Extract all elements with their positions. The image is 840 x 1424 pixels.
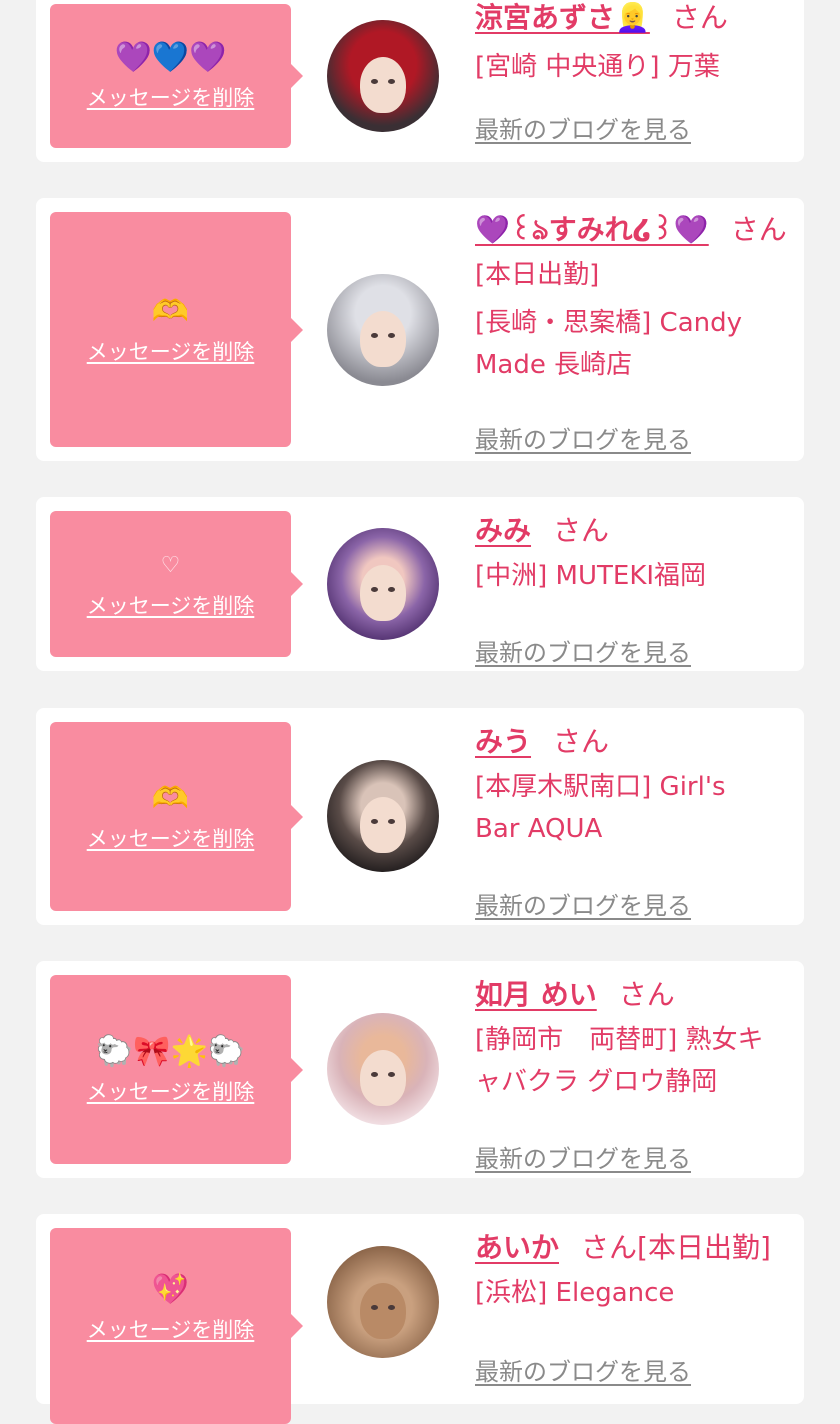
avatar[interactable] (327, 1246, 439, 1358)
name-line: 涼宮あずさ👱‍♀️ さん (475, 0, 790, 38)
profile-name-link[interactable]: みう (475, 725, 531, 758)
latest-blog-link[interactable]: 最新のブログを見る (475, 110, 691, 145)
honorific: さん (671, 1, 728, 34)
profile-name-link[interactable]: あいか (475, 1231, 559, 1264)
avatar[interactable] (327, 1013, 439, 1125)
avatar[interactable] (327, 20, 439, 132)
latest-blog-link[interactable]: 最新のブログを見る (475, 633, 691, 668)
honorific: さん (730, 213, 787, 246)
profile-info: 如月 めい さん [静岡市 両替町] 熟女キ ャバクラ グロウ静岡 最新のブログを… (475, 975, 790, 1173)
message-bubble: 🫶 メッセージを削除 (50, 722, 303, 911)
shop-line: [本厚木駅南口] Girl's (475, 772, 726, 802)
avatar[interactable] (327, 528, 439, 640)
latest-blog-link[interactable]: 最新のブログを見る (475, 886, 691, 921)
delete-message-link[interactable]: メッセージを削除 (87, 1076, 255, 1106)
honorific: さん (618, 978, 675, 1011)
profile-name-link[interactable]: 涼宮あずさ👱‍♀️ (475, 1, 650, 34)
delete-message-link[interactable]: メッセージを削除 (87, 336, 255, 366)
avatar-face-icon (360, 565, 406, 621)
favorite-card: ♡ メッセージを削除 みみ さん [中洲] MUTEKI福岡 最新のブログを見る (36, 497, 804, 671)
message-bubble: 🐑🎀🌟🐑 メッセージを削除 (50, 975, 303, 1164)
honorific: さん (581, 1231, 638, 1264)
avatar-face-icon (360, 1050, 406, 1106)
avatar-face-icon (360, 57, 406, 113)
delete-message-link[interactable]: メッセージを削除 (87, 1314, 255, 1344)
shop-line: [宮崎 中央通り] 万葉 (475, 52, 720, 82)
profile-info: みう さん [本厚木駅南口] Girl's Bar AQUA 最新のブログを見る (475, 722, 790, 920)
message-emoji: 🐑🎀🌟🐑 (95, 1033, 246, 1069)
message-emoji: 🫶 (151, 293, 190, 329)
delete-message-link[interactable]: メッセージを削除 (87, 82, 255, 112)
message-bubble: 💜💙💜 メッセージを削除 (50, 4, 303, 148)
shop-line: [浜松] Elegance (475, 1278, 675, 1308)
profile-info: みみ さん [中洲] MUTEKI福岡 最新のブログを見る (475, 511, 790, 667)
latest-blog-link[interactable]: 最新のブログを見る (475, 1352, 691, 1387)
shop-line: [静岡市 両替町] 熟女キ (475, 1025, 764, 1055)
avatar-face-icon (360, 1283, 406, 1339)
avatar[interactable] (327, 274, 439, 386)
delete-message-link[interactable]: メッセージを削除 (87, 823, 255, 853)
profile-name-link[interactable]: 💜꒰ঌすみれ໒꒱💜 (475, 213, 709, 246)
avatar-face-icon (360, 311, 406, 367)
latest-blog-link[interactable]: 最新のブログを見る (475, 1139, 691, 1174)
name-line: みう さん (475, 722, 790, 762)
message-heart-icon: ♡ (160, 553, 181, 578)
message-emoji: 💜💙💜 (114, 40, 227, 75)
status-line: [本日出勤] (475, 260, 600, 290)
message-bubble: ♡ メッセージを削除 (50, 511, 303, 657)
name-line: あいか さん[本日出勤] (475, 1228, 790, 1268)
favorites-list: 💜💙💜 メッセージを削除 涼宮あずさ👱‍♀️ さん [宮崎 中央通り] 万葉 最新… (0, 0, 840, 1424)
shop-line: [中洲] MUTEKI福岡 (475, 561, 707, 591)
status-suffix: [本日出勤] (637, 1231, 771, 1264)
profile-name-link[interactable]: みみ (475, 514, 531, 547)
name-line: 如月 めい さん (475, 975, 790, 1015)
profile-name-link[interactable]: 如月 めい (475, 978, 597, 1011)
message-bubble: 💖 メッセージを削除 (50, 1228, 303, 1424)
shop-line-continued: Bar AQUA (475, 814, 603, 844)
name-line: 💜꒰ঌすみれ໒꒱💜 さん (475, 210, 790, 250)
latest-blog-link[interactable]: 最新のブログを見る (475, 420, 691, 455)
profile-info: あいか さん[本日出勤] [浜松] Elegance 最新のブログを見る (475, 1228, 790, 1386)
profile-info: 💜꒰ঌすみれ໒꒱💜 さん [本日出勤] [長崎・思案橋] Candy Made 長… (475, 210, 790, 454)
avatar-face-icon (360, 797, 406, 853)
shop-line: [長崎・思案橋] Candy (475, 308, 743, 338)
honorific: さん (553, 725, 610, 758)
favorite-card: 💖 メッセージを削除 あいか さん[本日出勤] [浜松] Elegance 最新の… (36, 1214, 804, 1424)
delete-message-link[interactable]: メッセージを削除 (87, 590, 255, 620)
message-emoji: 💖 (151, 1272, 190, 1307)
favorite-card: 💜💙💜 メッセージを削除 涼宮あずさ👱‍♀️ さん [宮崎 中央通り] 万葉 最新… (36, 0, 804, 162)
message-emoji: 🫶 (151, 780, 190, 816)
favorite-card: 🫶 メッセージを削除 みう さん [本厚木駅南口] Girl's Bar AQUA… (36, 708, 804, 925)
shop-line-continued: ャバクラ グロウ静岡 (475, 1067, 718, 1097)
shop-line-continued: Made 長崎店 (475, 350, 633, 380)
message-bubble: 🫶 メッセージを削除 (50, 212, 303, 447)
profile-info: 涼宮あずさ👱‍♀️ さん [宮崎 中央通り] 万葉 最新のブログを見る (475, 0, 790, 144)
honorific: さん (553, 514, 610, 547)
avatar[interactable] (327, 760, 439, 872)
name-line: みみ さん (475, 511, 790, 551)
favorite-card: 🫶 メッセージを削除 💜꒰ঌすみれ໒꒱💜 さん [本日出勤] [長崎・思案橋] C… (36, 198, 804, 461)
favorite-card: 🐑🎀🌟🐑 メッセージを削除 如月 めい さん [静岡市 両替町] 熟女キ ャバクラ… (36, 961, 804, 1178)
